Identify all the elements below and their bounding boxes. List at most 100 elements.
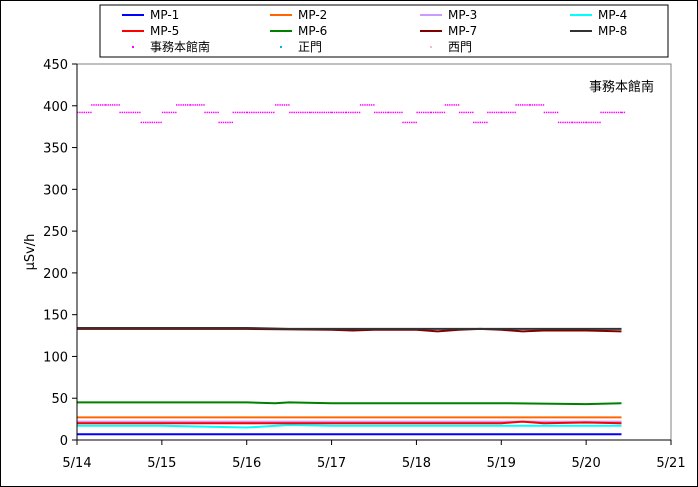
data-point [416,111,418,114]
data-point [168,111,170,114]
data-point [192,104,194,106]
data-point [435,111,437,114]
data-point [611,111,613,114]
data-point [297,111,300,114]
data-point [562,121,564,124]
data-point [390,111,392,114]
data-point [531,104,534,106]
data-point [175,111,177,114]
data-point [149,121,151,124]
data-point [275,104,277,106]
data-point [514,111,516,114]
data-point [604,111,607,114]
data-point [95,104,97,106]
y-tick-label: 250 [43,225,68,240]
legend-label: 正門 [298,40,322,54]
data-point [121,111,123,114]
data-point [557,121,560,124]
data-point [97,104,100,106]
data-point [91,104,93,106]
data-point [123,111,126,114]
data-point [187,104,189,106]
data-point [107,104,109,106]
data-point [510,111,512,114]
data-point [227,121,229,124]
data-point [325,111,328,114]
chart-title: 事務本館南 [589,79,654,95]
data-point [321,111,323,114]
data-point [443,111,446,114]
data-point [134,111,137,114]
data-point [270,111,273,114]
data-point [465,111,467,114]
data-point [498,111,500,114]
data-point [203,104,205,106]
data-point [368,104,371,106]
data-point [170,111,173,114]
data-point [503,111,505,114]
data-point [566,121,569,124]
y-tick-label: 450 [43,58,68,73]
data-point [560,121,562,124]
data-point [406,121,409,124]
data-point [222,121,225,124]
data-point [139,111,141,114]
data-point [615,111,618,114]
data-point [534,104,536,106]
legend-label: 西門 [448,40,472,54]
data-point [477,121,479,124]
data-point [359,104,362,106]
data-point [362,104,364,106]
data-point [564,121,566,124]
data-point [374,111,376,114]
data-point [345,111,348,114]
data-point [552,111,554,114]
data-point [220,121,222,124]
data-point [257,111,260,114]
data-point [487,111,489,114]
data-point [218,121,220,124]
data-point [248,111,251,114]
legend-label: MP-6 [298,24,327,38]
data-point [453,104,455,106]
data-point [300,111,302,114]
data-point [304,111,306,114]
data-point [586,121,588,124]
data-point [206,111,208,114]
data-point [142,121,145,124]
data-point [130,111,132,114]
data-point [255,111,257,114]
data-point [455,104,458,106]
data-point [161,111,164,114]
data-point [376,111,378,114]
data-point [472,111,474,114]
data-point [370,104,373,106]
data-point [118,104,120,106]
data-point [317,111,319,114]
data-point [268,111,271,114]
data-point [196,104,199,106]
data-point [259,111,262,114]
data-point [231,121,233,124]
data-point [373,104,375,106]
data-point [289,111,291,114]
data-point [237,111,239,114]
data-point [215,111,217,114]
data-point [489,111,491,114]
data-point [540,104,542,106]
data-point [356,111,359,114]
data-point [588,121,590,124]
data-point [536,104,538,106]
data-point [111,104,114,106]
data-point [526,104,528,106]
data-point [441,111,443,114]
data-point [217,111,219,114]
data-point [342,111,344,114]
data-point [140,121,142,124]
data-point [319,111,321,114]
data-point [396,111,399,114]
data-point [350,111,352,114]
data-point [623,111,626,114]
data-point [501,111,503,114]
data-point [336,111,338,114]
